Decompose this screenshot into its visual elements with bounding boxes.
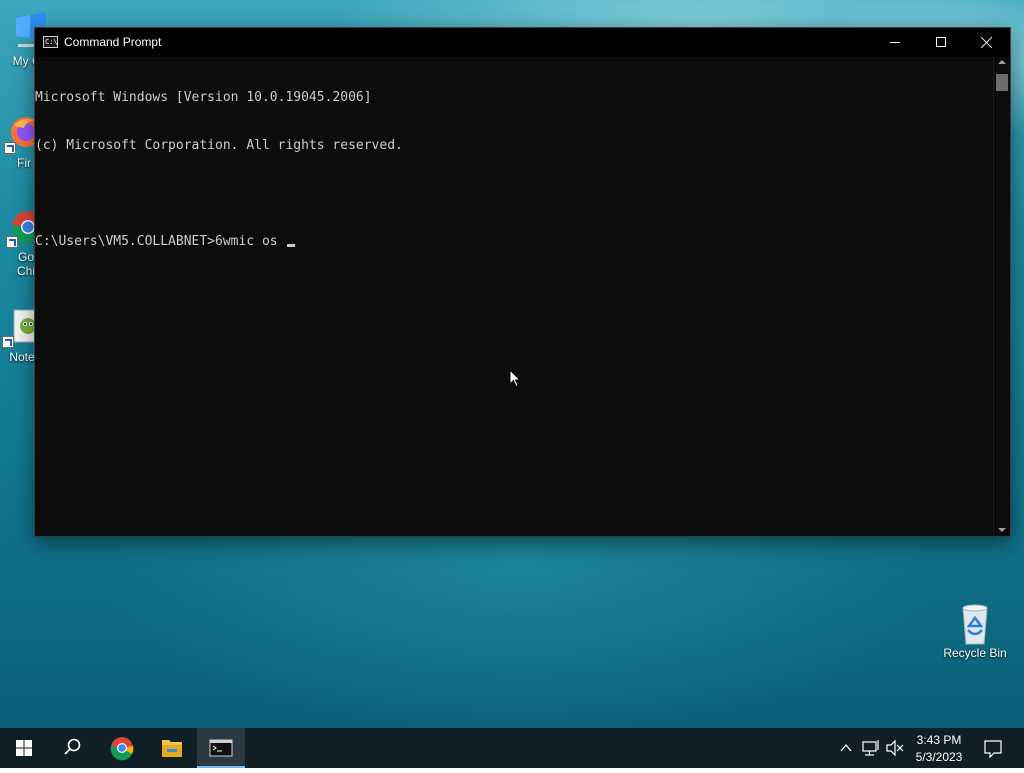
volume-muted-icon xyxy=(886,739,904,757)
shortcut-arrow-icon xyxy=(2,336,14,348)
console-line: Microsoft Windows [Version 10.0.19045.20… xyxy=(35,90,372,105)
console-output[interactable]: Microsoft Windows [Version 10.0.19045.20… xyxy=(35,57,993,536)
taskbar-command-prompt[interactable] xyxy=(197,728,245,768)
desktop: My Co Fir Go Chi Note Recycle Bin C:\ Co… xyxy=(0,0,1024,728)
command-prompt-window[interactable]: Command Prompt Microsoft Windows [Versio… xyxy=(34,27,1011,537)
action-center-button[interactable] xyxy=(978,728,1008,768)
chrome-icon xyxy=(110,737,134,761)
mouse-pointer-icon xyxy=(509,369,521,388)
action-center-icon xyxy=(984,740,1002,759)
recycle-bin-icon xyxy=(955,602,995,645)
system-clock[interactable]: 3:43 PM 5/3/2023 xyxy=(906,732,972,766)
volume-button[interactable] xyxy=(884,728,906,768)
minimize-icon xyxy=(890,42,900,43)
prompt-text: C:\Users\VM5.COLLABNET>6wmic os xyxy=(35,234,286,249)
cmd-icon xyxy=(209,739,233,757)
maximize-icon xyxy=(936,37,946,47)
chevron-up-icon xyxy=(840,743,852,752)
title-bar[interactable]: Command Prompt xyxy=(35,28,1010,57)
window-title: Command Prompt xyxy=(64,35,162,49)
scroll-up-arrow-icon[interactable] xyxy=(998,60,1006,64)
maximize-button[interactable] xyxy=(918,28,964,57)
taskbar-file-explorer[interactable] xyxy=(148,728,196,768)
clock-date: 5/3/2023 xyxy=(915,750,963,764)
scroll-down-arrow-icon[interactable] xyxy=(998,528,1006,532)
desktop-icon-label: Recycle Bin xyxy=(943,646,1007,660)
network-icon xyxy=(862,740,879,756)
clock-time: 3:43 PM xyxy=(916,733,962,747)
minimize-button[interactable] xyxy=(872,28,918,57)
scroll-thumb[interactable] xyxy=(996,74,1008,91)
text-cursor xyxy=(287,244,296,247)
close-icon xyxy=(981,36,993,48)
start-button[interactable] xyxy=(0,728,48,768)
search-icon xyxy=(64,738,81,755)
taskbar-chrome[interactable] xyxy=(98,728,146,768)
folder-icon xyxy=(162,740,182,757)
shortcut-arrow-icon xyxy=(6,236,18,248)
desktop-icon-recycle-bin[interactable]: Recycle Bin xyxy=(937,602,1013,660)
windows-logo-icon xyxy=(16,740,32,756)
shortcut-arrow-icon xyxy=(4,142,16,154)
taskbar: 3:43 PM 5/3/2023 xyxy=(0,728,1024,768)
network-button[interactable] xyxy=(860,728,882,768)
search-button[interactable] xyxy=(48,728,96,768)
cmd-icon xyxy=(43,36,58,48)
console-prompt-line[interactable]: C:\Users\VM5.COLLABNET>6wmic os xyxy=(35,234,993,250)
vertical-scrollbar[interactable] xyxy=(993,57,1010,536)
close-button[interactable] xyxy=(964,28,1010,57)
show-hidden-icons-button[interactable] xyxy=(836,728,856,768)
console-line: (c) Microsoft Corporation. All rights re… xyxy=(35,138,403,153)
